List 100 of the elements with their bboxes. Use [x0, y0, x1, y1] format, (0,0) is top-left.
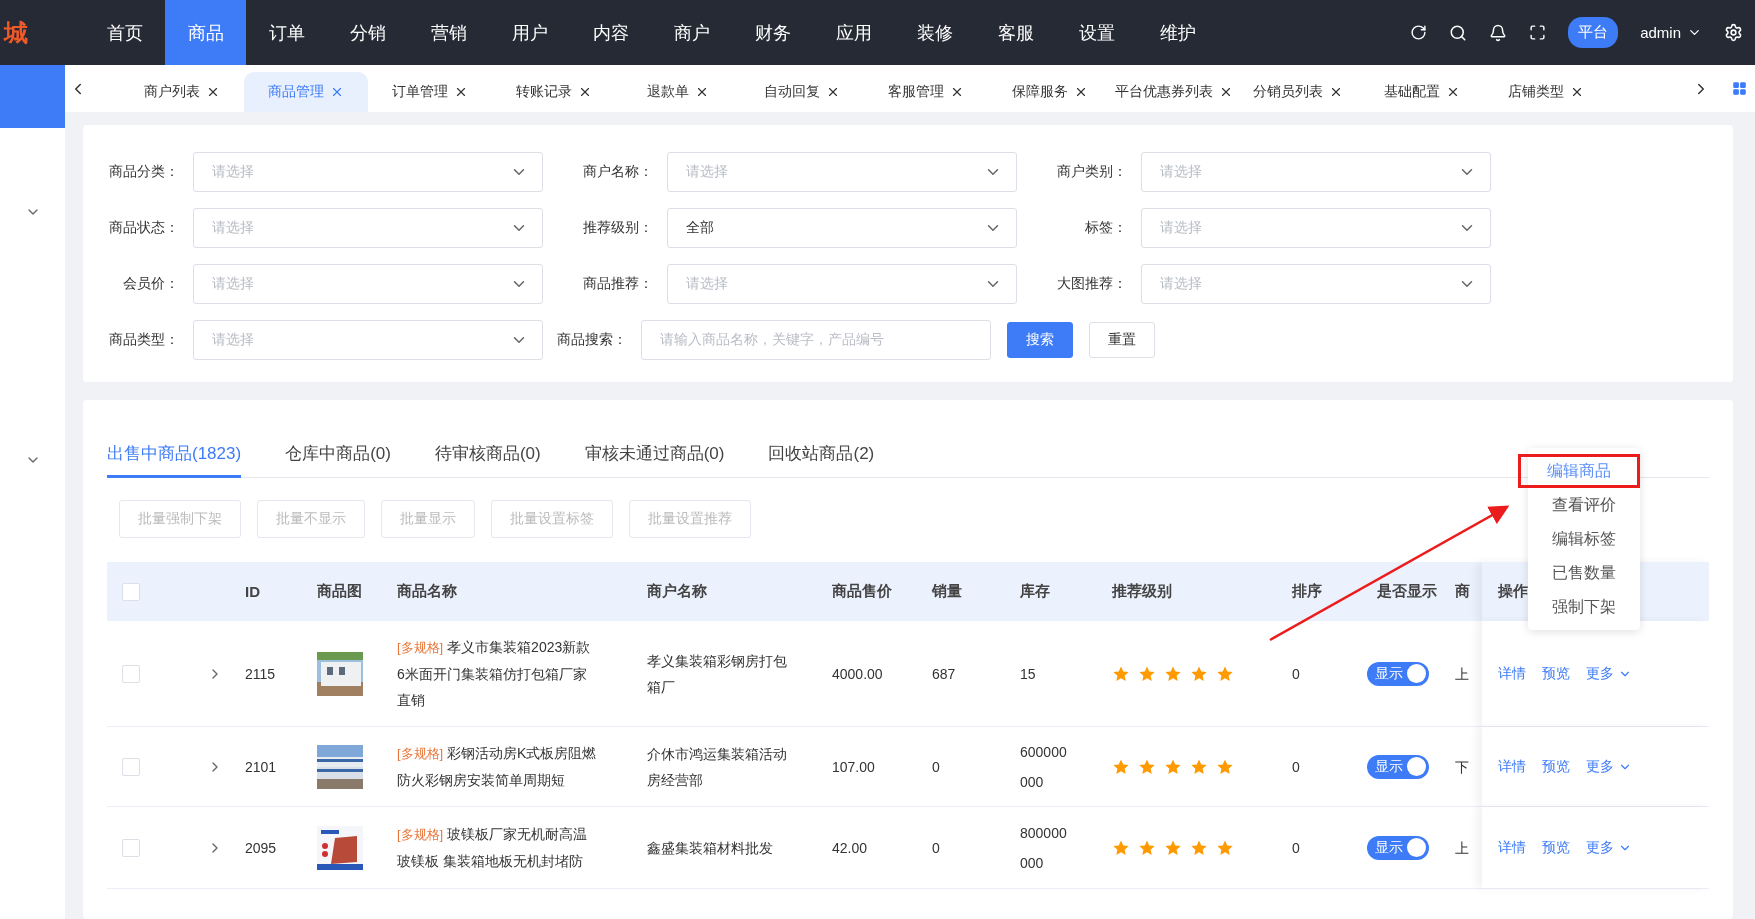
- nav-item[interactable]: 商品: [165, 0, 246, 65]
- column-header: 商品图: [316, 582, 363, 601]
- fullscreen-icon[interactable]: [1529, 24, 1547, 41]
- nav-item[interactable]: 装修: [894, 0, 975, 65]
- action-link[interactable]: 预览: [1542, 757, 1570, 776]
- close-icon[interactable]: [1074, 85, 1088, 99]
- table-cell-text: 800000000: [1019, 823, 1068, 873]
- menu-item[interactable]: 强制下架: [1528, 590, 1640, 624]
- column-header: 库存: [1019, 582, 1051, 601]
- column-header: 推荐级别: [1111, 582, 1173, 601]
- filter-label: 商品状态：: [108, 219, 180, 237]
- column-header: ID: [244, 583, 261, 600]
- nav-item[interactable]: 设置: [1056, 0, 1137, 65]
- menu-item[interactable]: 查看评价: [1528, 488, 1640, 522]
- status-tab[interactable]: 出售中商品(1823): [107, 436, 242, 478]
- nav-item[interactable]: 首页: [84, 0, 165, 65]
- menu-item[interactable]: 编辑标签: [1528, 522, 1640, 556]
- close-icon[interactable]: [578, 85, 592, 99]
- logo: 城: [2, 17, 29, 48]
- display-switch[interactable]: 显示: [1367, 835, 1429, 860]
- close-icon[interactable]: [206, 85, 220, 99]
- page-tab[interactable]: 客服管理: [864, 72, 988, 112]
- display-switch[interactable]: 显示: [1367, 661, 1429, 686]
- action-link[interactable]: 更多: [1586, 664, 1632, 683]
- display-switch[interactable]: 显示: [1367, 754, 1429, 779]
- search-button[interactable]: 搜索: [1007, 322, 1073, 358]
- page-tab[interactable]: 商品管理: [244, 72, 368, 112]
- close-icon[interactable]: [1329, 85, 1343, 99]
- table-cell-text: 孝义集装箱彩钢房打包箱厂: [646, 651, 788, 697]
- action-link[interactable]: 预览: [1542, 838, 1570, 857]
- close-icon[interactable]: [826, 85, 840, 99]
- page-tab[interactable]: 基础配置: [1360, 72, 1484, 112]
- page-tab[interactable]: 订单管理: [368, 72, 492, 112]
- table-cell-text: 4000.00: [831, 664, 884, 684]
- nav-item[interactable]: 客服: [975, 0, 1056, 65]
- close-icon[interactable]: [1570, 85, 1584, 99]
- nav-item[interactable]: 用户: [489, 0, 570, 65]
- filter-label: 商品类型：: [108, 331, 180, 349]
- page-tab[interactable]: 店铺类型: [1484, 72, 1608, 112]
- table-cell-text: 0: [1291, 838, 1301, 858]
- table-cell-text: 0: [931, 838, 941, 858]
- nav-item[interactable]: 应用: [813, 0, 894, 65]
- table-cell-text: 下: [1454, 757, 1470, 777]
- filter-label: 推荐级别：: [582, 219, 654, 237]
- nav-item[interactable]: 订单: [246, 0, 327, 65]
- settings-icon[interactable]: [1724, 23, 1743, 42]
- close-icon[interactable]: [1446, 85, 1460, 99]
- table-cell-text: 2095: [244, 838, 278, 858]
- page-tab[interactable]: 保障服务: [988, 72, 1112, 112]
- nav-item[interactable]: 财务: [732, 0, 813, 65]
- action-link[interactable]: 更多: [1586, 838, 1632, 857]
- nav-item[interactable]: 分销: [327, 0, 408, 65]
- platform-badge[interactable]: 平台: [1568, 17, 1619, 48]
- filter-label: 大图推荐：: [1056, 275, 1128, 293]
- status-tab[interactable]: 审核未通过商品(0): [584, 436, 725, 478]
- product-name: [多规格] 彩钢活动房K式板房阻燃防火彩钢房安装简单周期短: [396, 744, 598, 790]
- table-cell-text: 2101: [244, 757, 278, 777]
- column-header: 销量: [930, 582, 963, 601]
- checkbox[interactable]: [122, 838, 140, 857]
- checkbox[interactable]: [122, 757, 140, 776]
- menu-item[interactable]: 已售数量: [1528, 556, 1640, 590]
- reset-button[interactable]: 重置: [1089, 322, 1155, 358]
- column-header: 商品售价: [831, 582, 893, 601]
- status-tab[interactable]: 回收站商品(2): [768, 436, 875, 478]
- select-field[interactable]: 全部: [667, 208, 1017, 248]
- status-tab[interactable]: 仓库中商品(0): [285, 436, 391, 478]
- filter-label: 商品分类：: [108, 163, 180, 181]
- page-tab[interactable]: 平台优惠券列表: [1112, 72, 1236, 112]
- checkbox[interactable]: [122, 582, 140, 601]
- nav-item[interactable]: 商户: [651, 0, 732, 65]
- search-icon[interactable]: [1449, 23, 1468, 42]
- nav-item[interactable]: 营销: [408, 0, 489, 65]
- grid-icon[interactable]: [1732, 81, 1747, 96]
- action-link[interactable]: 详情: [1498, 664, 1526, 683]
- page-tab[interactable]: 退款单: [616, 72, 740, 112]
- user-name[interactable]: admin: [1640, 24, 1681, 41]
- filter-label: 会员价：: [122, 275, 180, 293]
- action-link[interactable]: 更多: [1586, 757, 1632, 776]
- table-cell-text: 上: [1454, 664, 1470, 684]
- close-icon[interactable]: [695, 85, 709, 99]
- action-link[interactable]: 详情: [1498, 838, 1526, 857]
- action-link[interactable]: 预览: [1542, 664, 1570, 683]
- column-header: 是否显示: [1376, 582, 1438, 601]
- close-icon[interactable]: [454, 85, 468, 99]
- action-link[interactable]: 详情: [1498, 757, 1526, 776]
- bell-icon[interactable]: [1489, 23, 1508, 42]
- nav-item[interactable]: 内容: [570, 0, 651, 65]
- page-tab[interactable]: 商户列表: [120, 72, 244, 112]
- refresh-icon[interactable]: [1410, 24, 1428, 41]
- product-name: [多规格] 玻镁板厂家无机耐高温玻镁板 集装箱地板无机封堵防: [396, 825, 589, 871]
- nav-item[interactable]: 维护: [1137, 0, 1218, 65]
- close-icon[interactable]: [950, 85, 964, 99]
- page-tab[interactable]: 自动回复: [740, 72, 864, 112]
- page-tab[interactable]: 转账记录: [492, 72, 616, 112]
- close-icon[interactable]: [1219, 85, 1233, 99]
- column-header: 商户名称: [646, 582, 708, 601]
- table-cell-text: 鑫盛集装箱材料批发: [646, 838, 774, 858]
- status-tab[interactable]: 待审核商品(0): [434, 436, 541, 478]
- page-tab[interactable]: 分销员列表: [1236, 72, 1360, 112]
- checkbox[interactable]: [122, 664, 140, 683]
